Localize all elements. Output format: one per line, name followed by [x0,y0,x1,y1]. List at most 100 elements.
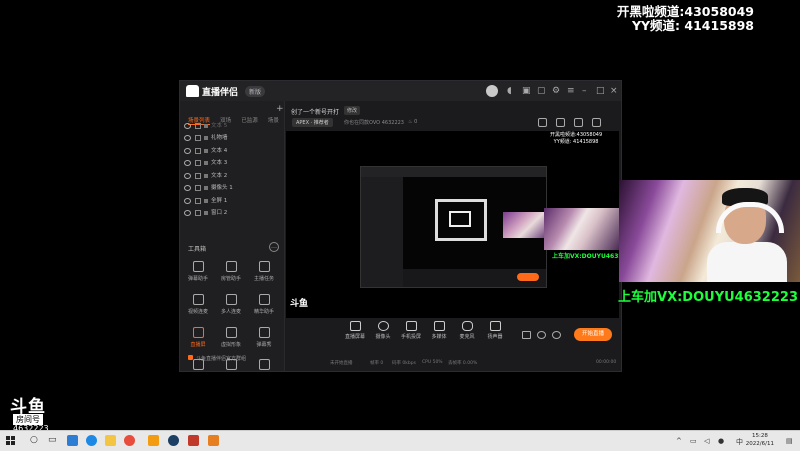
gift-icon[interactable]: ▣ [522,86,531,96]
visibility-icon[interactable] [184,209,191,216]
tray-chevron-icon[interactable]: ^ [676,437,682,445]
lock-icon[interactable] [195,122,201,129]
notification-icon[interactable]: ▤ [786,437,793,445]
record-icon[interactable] [522,331,531,339]
edit-title-button[interactable]: 修改 [344,106,361,115]
source-row[interactable]: 全屏 1 [184,196,280,207]
taskbar-app-1-icon[interactable] [67,435,78,446]
menu-icon[interactable]: ≡ [567,86,575,96]
screen-source-button[interactable]: 直播屏幕 [342,321,368,340]
source-row[interactable]: 窗口 2 [184,208,280,219]
phone-icon [405,321,417,331]
lock-icon[interactable] [556,118,565,127]
tool-danmu-helper[interactable]: 弹幕助手 [183,261,213,287]
version-badge[interactable]: 新版 [245,86,266,97]
lock-icon[interactable] [195,172,201,179]
tool-video-link[interactable]: 视频连麦 [183,294,213,320]
nested-screen-capture [360,166,547,288]
tool-avatar[interactable]: 虚拟形象 [216,327,246,353]
tool-extra-1[interactable] [183,359,213,385]
eye-icon[interactable] [537,331,546,339]
phone-cast-button[interactable]: 手机投屏 [398,321,424,340]
tray-app-icon[interactable]: ● [718,437,724,445]
lock-icon[interactable] [195,184,201,191]
gear-icon[interactable] [552,331,561,339]
start-stream-button[interactable]: 开始直播 [574,328,612,341]
camera-source-button[interactable]: 摄像头 [370,321,396,340]
chat-icon[interactable]: ▢ [537,86,546,96]
avatar[interactable] [486,85,498,97]
gift-box-icon[interactable] [538,118,547,127]
source-type-icon [204,210,208,215]
bell-icon[interactable] [592,118,601,127]
visibility-icon[interactable] [184,184,191,191]
notice-text[interactable]: 斗鱼直播伴侣官方群组 [196,355,246,362]
toolbox-more-icon[interactable]: … [269,242,279,252]
lock-icon[interactable] [195,197,201,204]
copy-icon[interactable] [574,118,583,127]
network-icon[interactable]: ▭ [690,437,697,445]
tool-live-screen[interactable]: 直播屏 [183,327,213,353]
tool-anchor-tasks[interactable]: 主播任务 [249,261,279,287]
stream-info-header: 创了一个新号开打 修改 APEX · 推荐者 你也在同款OVO 4632223 … [286,101,621,146]
microphone-icon [461,321,473,331]
microphone-button[interactable]: 麦克风 [454,321,480,340]
headset-icon[interactable]: ◖ [507,86,512,96]
source-type-icon [204,185,208,190]
stream-title: 创了一个新号开打 [291,109,340,116]
maximize-icon[interactable]: □ [596,86,605,96]
visibility-icon[interactable] [184,134,191,141]
visibility-icon[interactable] [184,197,191,204]
minimize-icon[interactable]: – [582,86,587,96]
media-source-button[interactable]: 多媒体 [426,321,452,340]
lock-icon[interactable] [195,134,201,141]
visibility-icon[interactable] [184,147,191,154]
visibility-icon[interactable] [184,122,191,129]
source-row[interactable]: 文本 2 [184,171,280,182]
speaker-button[interactable]: 扬声器 [482,321,508,340]
taskbar-app-6-icon[interactable] [168,435,179,446]
tool-highlights[interactable]: 精华助手 [249,294,279,320]
volume-icon[interactable]: ◁ [704,437,709,445]
search-icon[interactable]: ○ [30,435,38,445]
windows-start-icon[interactable] [6,436,16,446]
lock-icon[interactable] [195,147,201,154]
tool-extra-2[interactable] [216,359,246,385]
system-clock[interactable]: 15:28 2022/6/11 [746,432,774,448]
source-row[interactable]: 文本 4 [184,146,280,157]
source-row[interactable]: 文本 5 [184,121,280,132]
ime-indicator[interactable]: 中 [736,437,743,447]
file-explorer-icon[interactable] [105,435,116,446]
close-icon[interactable]: × [610,86,618,96]
source-type-icon [204,135,208,140]
preview-stage[interactable]: 开黑啦频道:43058049 YY频道: 41415898 上车加VX:DOUY… [286,131,635,318]
add-scene-icon[interactable]: + [276,104,284,114]
source-type-icon [204,123,208,128]
visibility-icon[interactable] [184,159,191,166]
taskbar: ○ ▭ ^ ▭ ◁ ● 中 15:28 2022/6/11 ▤ [0,430,800,451]
source-row[interactable]: 文本 3 [184,158,280,169]
lock-icon[interactable] [195,159,201,166]
visibility-icon[interactable] [184,172,191,179]
tool-moderator-helper[interactable]: 房管助手 [216,261,246,287]
video-link-icon [192,294,204,305]
task-view-icon[interactable]: ▭ [48,435,57,445]
tool-multi-link[interactable]: 多人连麦 [216,294,246,320]
overlay-yy-channel: YY频道: 41415898 [631,18,754,33]
tool-danmu-show[interactable]: 弹幕秀 [249,327,279,353]
source-type-icon [204,173,208,178]
avatar-icon [225,327,237,338]
category-chip[interactable]: APEX · 推荐者 [292,118,333,127]
source-row[interactable]: 摄像头 1 [184,183,280,194]
taskbar-app-4-icon[interactable] [124,435,135,446]
app-name: 直播伴侣 [202,88,239,98]
taskbar-app-7-icon[interactable] [188,435,199,446]
douyu-taskbar-icon[interactable] [208,435,219,446]
lock-icon[interactable] [195,209,201,216]
likes-count: ♨ 0 [408,119,418,125]
taskbar-app-2-icon[interactable] [86,435,97,446]
taskbar-app-5-icon[interactable] [148,435,159,446]
settings-icon[interactable]: ⚙ [552,86,560,96]
source-row[interactable]: 礼物墙 [184,133,280,144]
tool-extra-3[interactable] [249,359,279,385]
